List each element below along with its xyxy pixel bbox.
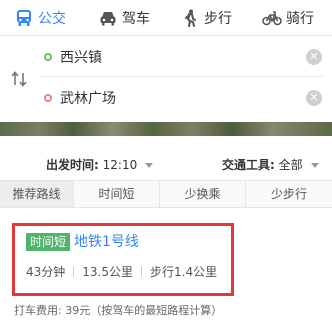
route-input-panel: 西兴镇 ✕ 武林广场 ✕: [0, 36, 332, 122]
route-options: 出发时间: 12:10 交通工具: 全部: [0, 146, 332, 180]
transport-tool-value: 全部: [278, 158, 303, 172]
transport-tool-select[interactable]: 交通工具: 全部: [222, 156, 319, 173]
bus-icon: [14, 8, 34, 28]
divider: [73, 266, 75, 277]
departure-time-label: 出发时间:: [46, 158, 99, 172]
travel-mode-bar: 公交 驾车 步行 骑行: [0, 0, 332, 36]
divider: [141, 266, 143, 277]
departure-time-select[interactable]: 出发时间: 12:10: [46, 156, 154, 173]
route-summary: 43分钟 13.5公里 步行1.4公里: [26, 263, 217, 280]
tab-shortest-time[interactable]: 时间短: [74, 181, 160, 207]
swap-icon[interactable]: [10, 70, 28, 88]
clear-end-icon[interactable]: ✕: [306, 90, 322, 106]
mode-tab-transit[interactable]: 公交: [14, 0, 66, 36]
mode-label-bike: 骑行: [286, 11, 314, 27]
end-dot-icon: [44, 94, 52, 102]
tab-least-walking[interactable]: 少步行: [246, 181, 332, 207]
fastest-badge: 时间短: [26, 233, 71, 251]
car-icon: [98, 8, 118, 28]
tab-recommended[interactable]: 推荐路线: [0, 181, 74, 207]
route-walk-distance: 步行1.4公里: [150, 265, 218, 279]
start-field[interactable]: 西兴镇 ✕: [40, 37, 324, 77]
mode-tab-walk[interactable]: 步行: [180, 0, 232, 36]
route-duration: 43分钟: [26, 265, 66, 279]
mode-label-walk: 步行: [204, 11, 232, 27]
mode-tab-drive[interactable]: 驾车: [98, 0, 150, 36]
clear-start-icon[interactable]: ✕: [306, 48, 322, 65]
end-field[interactable]: 武林广场 ✕: [40, 78, 324, 118]
start-dot-icon: [44, 52, 52, 61]
route-sort-tabs: 推荐路线 时间短 少换乘 少步行: [0, 180, 332, 208]
chevron-down-icon: [310, 163, 319, 168]
tab-fewest-transfers[interactable]: 少换乘: [160, 181, 246, 207]
route-distance: 13.5公里: [82, 265, 134, 279]
route-result-card[interactable]: 时间短 地铁1号线 43分钟 13.5公里 步行1.4公里: [12, 223, 234, 296]
chevron-down-icon: [145, 163, 154, 168]
mode-label-drive: 驾车: [122, 11, 150, 27]
transport-tool-label: 交通工具:: [222, 158, 275, 172]
start-input[interactable]: 西兴镇: [60, 47, 306, 67]
map-background: [0, 122, 332, 136]
route-line-name[interactable]: 地铁1号线: [74, 233, 139, 251]
end-input[interactable]: 武林广场: [60, 88, 306, 108]
taxi-fare-note: 打车费用: 39元（按驾车的最短路程计算）: [14, 304, 223, 317]
mode-tab-bike[interactable]: 骑行: [262, 0, 314, 36]
walk-icon: [180, 8, 200, 28]
mode-label-transit: 公交: [38, 11, 66, 27]
departure-time-value: 12:10: [102, 158, 138, 172]
bike-icon: [262, 8, 282, 28]
